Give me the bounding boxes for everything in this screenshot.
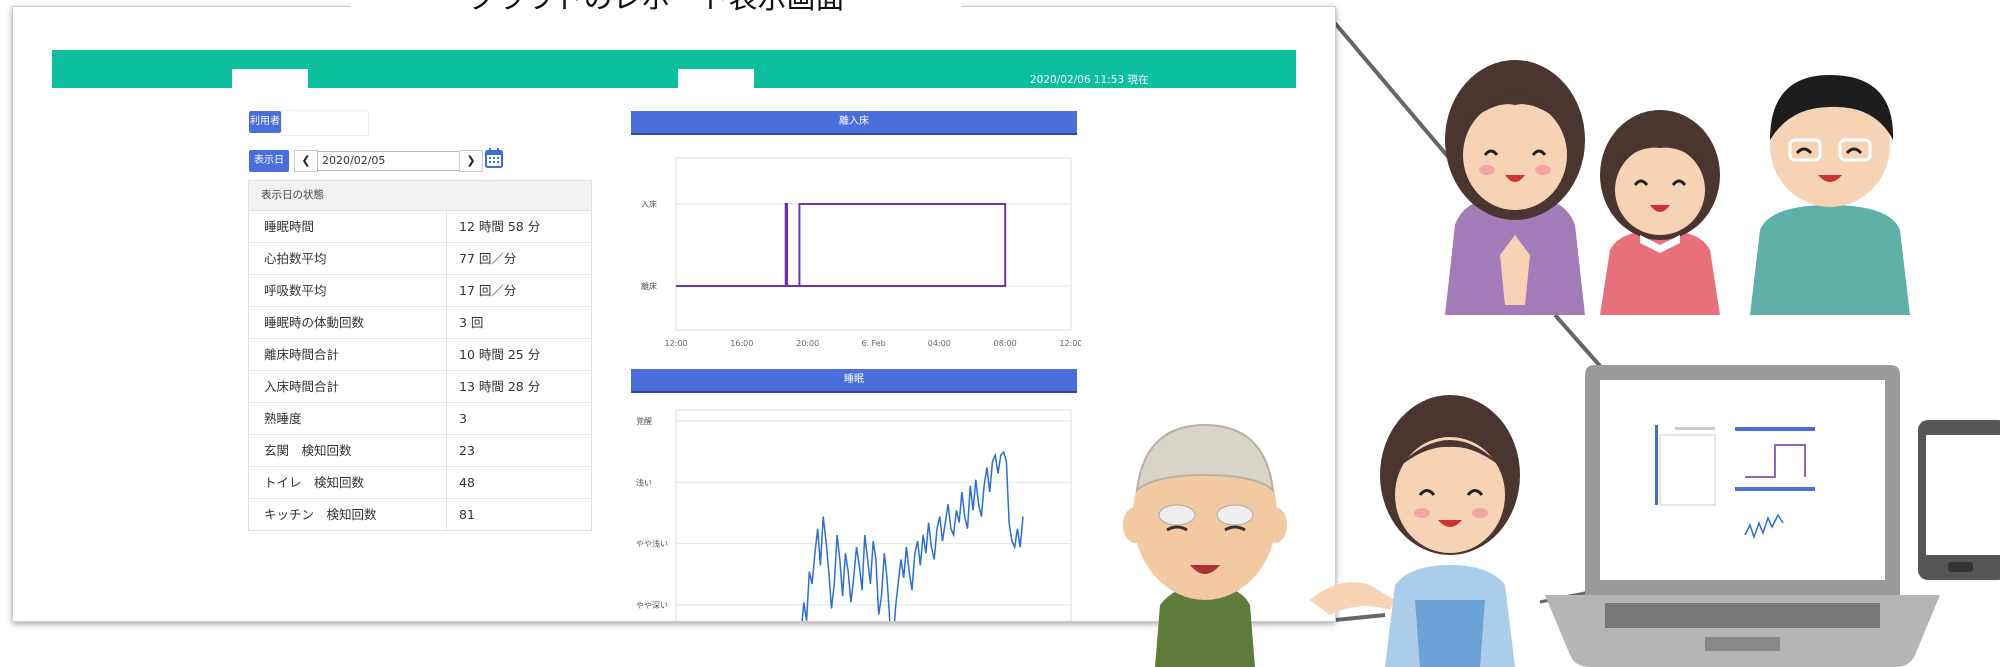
elderly-man-icon [1123,423,1287,667]
stats-row: 心拍数平均 77 回／分 [249,243,591,275]
chevron-right-icon: ❯ [466,154,476,167]
user-select[interactable] [281,110,369,136]
bed-occupancy-chart: 離床 入床 12:00 16:00 20:00 6. Feb 04:00 08:00 12:00 [641,157,1081,348]
stats-row: 熟睡度 3 [249,403,591,435]
date-label: 表示日 [249,150,289,172]
y-tick-label: 離床 [641,281,657,291]
stats-row-value: 81 [459,507,475,522]
family-icon [1445,60,1910,315]
date-input[interactable]: 2020/02/05 [317,151,461,171]
stats-row: 呼吸数平均 17 回／分 [249,275,591,307]
x-tick-label: 12:00 [1059,339,1081,348]
y-tick-label: 浅い [636,477,652,487]
stats-row-label: 睡眠時の体動回数 [249,307,447,338]
chevron-left-icon: ❮ [301,154,311,167]
chart-title-sleep: 睡眠 [631,369,1077,393]
stats-row-label: 呼吸数平均 [249,275,447,306]
smartphone-icon [1918,420,2000,580]
stats-row-label: 入床時間合計 [249,371,447,402]
y-tick-label: やや深い [636,601,668,610]
x-tick-label: 6. Feb [861,339,885,348]
x-tick-label: 20:00 [796,339,819,348]
x-tick-label: 04:00 [928,339,951,348]
caregiver-icon [1310,395,1520,667]
stats-row-label: 睡眠時間 [249,211,447,242]
x-tick-label: 08:00 [994,339,1017,348]
header-bar: 2020/02/06 11:53 現在 [52,50,1296,89]
sleep-depth-chart: やや深い やや浅い 浅い 覚醒 [636,409,1072,621]
stats-row: 睡眠時の体動回数 3 回 [249,307,591,339]
x-tick-label: 16:00 [730,339,753,348]
x-tick-label: 12:00 [664,339,687,348]
stats-row-label: 玄関 検知回数 [249,435,447,466]
laptop-icon [1545,365,1940,667]
stats-row: 離床時間合計 10 時間 25 分 [249,339,591,371]
masked-text [678,69,754,89]
stats-row-value: 23 [459,443,475,458]
stats-row-value: 12 時間 58 分 [459,219,541,234]
stats-row-value: 13 時間 28 分 [459,379,541,394]
stats-row-value: 17 回／分 [459,283,517,298]
timestamp: 2020/02/06 11:53 現在 [1030,74,1149,86]
stats-row: 入床時間合計 13 時間 28 分 [249,371,591,403]
plot-area [675,409,1072,621]
masked-text [232,69,308,89]
y-tick-label: 覚醒 [636,416,652,426]
stats-row-label: 心拍数平均 [249,243,447,274]
chart-title-bed: 離入床 [631,111,1077,135]
stats-row-value: 10 時間 25 分 [459,347,541,362]
y-tick-label: やや浅い [636,539,668,549]
stats-row-label: キッチン 検知回数 [249,499,447,530]
stats-row: トイレ 検知回数 48 [249,467,591,499]
plot-area [675,157,1072,331]
calendar-icon[interactable] [485,148,503,168]
next-date-button[interactable]: ❯ [459,150,483,172]
user-label: 利用者 [249,111,281,133]
stats-row-label: 熟睡度 [249,403,447,434]
stats-row-value: 3 回 [459,315,484,330]
stats-row-value: 77 回／分 [459,251,517,266]
stats-row: 玄関 検知回数 23 [249,435,591,467]
stats-row: 睡眠時間 12 時間 58 分 [249,211,591,243]
stats-row-label: トイレ 検知回数 [249,467,447,498]
prev-date-button[interactable]: ❮ [294,150,318,172]
stats-row-value: 3 [459,411,467,426]
stats-table: 表示日の状態 睡眠時間 12 時間 58 分心拍数平均 77 回／分 呼吸数平均 17 … [248,180,592,531]
stats-row-label: 離床時間合計 [249,339,447,370]
stats-row: キッチン 検知回数 81 [249,499,591,530]
caption-title: クラウドのレポート表示画面 [350,0,962,18]
stats-header: 表示日の状態 [249,181,591,211]
y-tick-label: 入床 [641,199,657,209]
stats-row-value: 48 [459,475,475,490]
